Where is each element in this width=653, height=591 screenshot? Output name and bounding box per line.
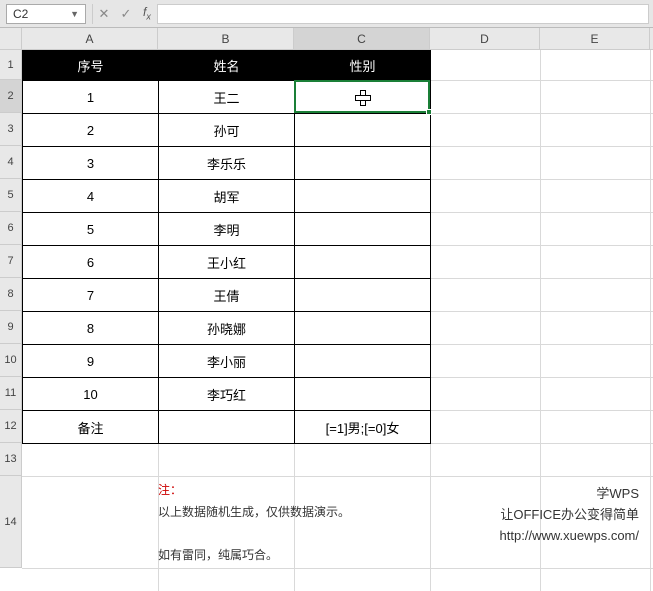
data-table: 序号姓名性别 1王二2孙可3李乐乐4胡军5李明6王小红7王倩8孙晓娜9李小丽10李… xyxy=(22,50,431,444)
col-header-d[interactable]: D xyxy=(430,28,540,49)
brand-url: http://www.xuewps.com/ xyxy=(500,526,639,547)
table-cell[interactable] xyxy=(295,114,431,147)
table-cell[interactable] xyxy=(295,81,431,114)
row-header-8[interactable]: 8 xyxy=(0,278,21,311)
note-line2: 如有雷同，纯属巧合。 xyxy=(158,548,278,562)
table-cell[interactable]: 4 xyxy=(23,180,159,213)
row-header-2[interactable]: 2 xyxy=(0,80,21,113)
row-header-3[interactable]: 3 xyxy=(0,113,21,146)
table-cell[interactable] xyxy=(295,345,431,378)
table-cell[interactable] xyxy=(295,213,431,246)
table-cell[interactable]: 孙可 xyxy=(159,114,295,147)
table-cell[interactable]: 2 xyxy=(23,114,159,147)
table-cell[interactable]: 10 xyxy=(23,378,159,411)
row-header-5[interactable]: 5 xyxy=(0,179,21,212)
row-headers: 1234567891011121314 xyxy=(0,50,22,568)
col-header-a[interactable]: A xyxy=(22,28,158,49)
chevron-down-icon: ▼ xyxy=(70,9,79,19)
row-header-6[interactable]: 6 xyxy=(0,212,21,245)
table-cell[interactable] xyxy=(295,279,431,312)
note-title: 注： xyxy=(158,483,182,497)
col-header-e[interactable]: E xyxy=(540,28,650,49)
row-header-4[interactable]: 4 xyxy=(0,146,21,179)
row-header-11[interactable]: 11 xyxy=(0,377,21,410)
table-cell[interactable]: 王二 xyxy=(159,81,295,114)
table-cell[interactable]: 李明 xyxy=(159,213,295,246)
row-header-10[interactable]: 10 xyxy=(0,344,21,377)
column-headers: ABCDE xyxy=(22,28,653,50)
table-cell[interactable]: 3 xyxy=(23,147,159,180)
table-cell[interactable]: 王倩 xyxy=(159,279,295,312)
table-cell[interactable] xyxy=(295,147,431,180)
table-footer-cell[interactable] xyxy=(159,411,295,444)
table-cell[interactable] xyxy=(295,246,431,279)
table-cell[interactable] xyxy=(295,378,431,411)
table-cell[interactable]: 6 xyxy=(23,246,159,279)
col-header-c[interactable]: C xyxy=(294,28,430,49)
row-header-13[interactable]: 13 xyxy=(0,443,21,476)
row-header-9[interactable]: 9 xyxy=(0,311,21,344)
row-header-14[interactable]: 14 xyxy=(0,476,21,568)
row-header-12[interactable]: 12 xyxy=(0,410,21,443)
branding: 学WPS 让OFFICE办公变得简单 http://www.xuewps.com… xyxy=(500,484,639,546)
select-all-corner[interactable] xyxy=(0,28,22,50)
row-header-1[interactable]: 1 xyxy=(0,50,21,80)
table-cell[interactable]: 7 xyxy=(23,279,159,312)
table-cell[interactable]: 孙晓娜 xyxy=(159,312,295,345)
table-cell[interactable]: 李小丽 xyxy=(159,345,295,378)
brand-line1: 学WPS xyxy=(500,484,639,505)
table-cell[interactable]: 李乐乐 xyxy=(159,147,295,180)
table-header-a[interactable]: 序号 xyxy=(23,51,159,81)
formula-input[interactable] xyxy=(157,4,649,24)
table-cell[interactable]: 1 xyxy=(23,81,159,114)
table-cell[interactable]: 9 xyxy=(23,345,159,378)
table-cell[interactable]: 王小红 xyxy=(159,246,295,279)
note-line1: 以上数据随机生成，仅供数据演示。 xyxy=(158,505,350,519)
table-cell[interactable]: 李巧红 xyxy=(159,378,295,411)
grid-area[interactable]: 序号姓名性别 1王二2孙可3李乐乐4胡军5李明6王小红7王倩8孙晓娜9李小丽10李… xyxy=(22,50,653,591)
cancel-icon[interactable]: ✕ xyxy=(93,6,115,22)
table-cell[interactable] xyxy=(295,180,431,213)
formula-bar: C2 ▼ ✕ ✓ fx xyxy=(0,0,653,28)
sheet: ABCDE 1234567891011121314 序号姓名性别1王二2孙可3李… xyxy=(0,28,653,591)
name-box[interactable]: C2 ▼ xyxy=(6,4,86,24)
accept-icon[interactable]: ✓ xyxy=(115,6,137,22)
table-cell[interactable]: 5 xyxy=(23,213,159,246)
table-footer-cell[interactable]: 备注 xyxy=(23,411,159,444)
table-header-c[interactable]: 性别 xyxy=(295,51,431,81)
col-header-b[interactable]: B xyxy=(158,28,294,49)
table-footer-cell[interactable]: [=1]男;[=0]女 xyxy=(295,411,431,444)
name-box-value: C2 xyxy=(13,7,28,21)
fx-label[interactable]: fx xyxy=(137,5,157,21)
table-header-b[interactable]: 姓名 xyxy=(159,51,295,81)
table-cell[interactable]: 胡军 xyxy=(159,180,295,213)
table-cell[interactable]: 8 xyxy=(23,312,159,345)
table-cell[interactable] xyxy=(295,312,431,345)
note: 注： 以上数据随机生成，仅供数据演示。 如有雷同，纯属巧合。 xyxy=(158,480,430,566)
brand-line2: 让OFFICE办公变得简单 xyxy=(500,505,639,526)
row-header-7[interactable]: 7 xyxy=(0,245,21,278)
